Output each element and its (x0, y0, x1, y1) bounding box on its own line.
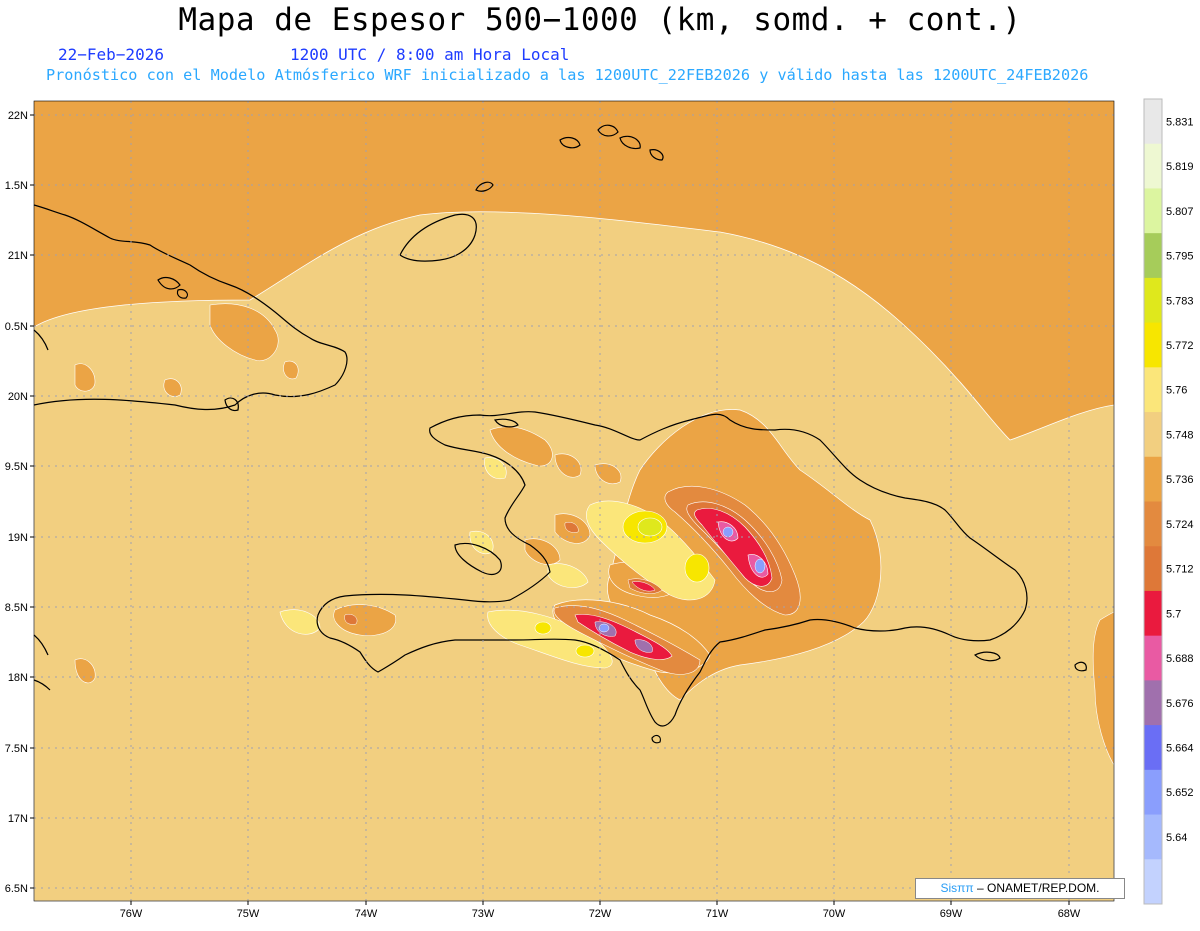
thickness-5772-core (575, 644, 595, 658)
lon-label: 73W (472, 908, 495, 920)
colorbar-label: 5.795 (1166, 251, 1194, 263)
colorbar-label: 5.688 (1166, 653, 1194, 665)
lon-label: 72W (589, 908, 612, 920)
colorbar-swatch (1144, 233, 1162, 279)
lat-label: 18N (8, 672, 28, 684)
lat-label: 1.5N (5, 180, 28, 192)
lon-label: 68W (1058, 908, 1081, 920)
lon-label: 69W (940, 908, 963, 920)
lat-label: 21N (8, 250, 28, 262)
colorbar: 5.831 5.819 5.807 5.795 5.783 5.772 5.76 5.748 5… (1143, 98, 1194, 905)
latitude-axis: 22N 1.5N 21N 0.5N 20N 9.5N 19N 8.5N 18N … (5, 110, 34, 895)
colorbar-swatch (1144, 188, 1162, 234)
thickness-map: 22N 1.5N 21N 0.5N 20N 9.5N 19N 8.5N 18N … (0, 0, 1200, 927)
colorbar-label: 5.712 (1166, 564, 1194, 576)
lon-label: 74W (355, 908, 378, 920)
lat-label: 20N (8, 391, 28, 403)
colorbar-swatch (1144, 859, 1162, 905)
lat-label: 8.5N (5, 602, 28, 614)
credit-brand: Sisππ (940, 881, 974, 895)
colorbar-label: 5.748 (1166, 429, 1194, 441)
colorbar-label: 5.736 (1166, 474, 1194, 486)
colorbar-swatch (1144, 456, 1162, 502)
colorbar-label: 5.819 (1166, 161, 1194, 173)
colorbar-label: 5.76 (1166, 385, 1187, 397)
colorbar-label: 5.807 (1166, 206, 1194, 218)
colorbar-swatch (1144, 501, 1162, 547)
colorbar-swatch (1144, 725, 1162, 771)
colorbar-label: 5.664 (1166, 742, 1194, 754)
lon-label: 75W (237, 908, 260, 920)
colorbar-label: 5.831 (1166, 116, 1194, 128)
colorbar-label: 5.7 (1166, 608, 1181, 620)
colorbar-swatch (1144, 680, 1162, 726)
colorbar-label: 5.676 (1166, 698, 1194, 710)
lat-label: 9.5N (5, 461, 28, 473)
longitude-axis: 76W 75W 74W 73W 72W 71W 70W 69W 68W (120, 901, 1081, 920)
lat-label: 0.5N (5, 321, 28, 333)
colorbar-label: 5.783 (1166, 295, 1194, 307)
colorbar-swatch (1144, 546, 1162, 592)
colorbar-swatch (1144, 277, 1162, 324)
lat-label: 19N (8, 532, 28, 544)
colorbar-swatch (1144, 143, 1162, 189)
colorbar-swatch (1144, 814, 1162, 860)
lat-label: 6.5N (5, 883, 28, 895)
thickness-5783-core (637, 517, 663, 537)
colorbar-swatch (1144, 322, 1162, 368)
credit-box: Sisππ – ONAMET/REP.DOM. (915, 878, 1125, 899)
colorbar-label: 5.652 (1166, 787, 1194, 799)
colorbar-swatch (1144, 769, 1162, 816)
lat-label: 17N (8, 813, 28, 825)
colorbar-label: 5.64 (1166, 832, 1187, 844)
colorbar-label: 5.772 (1166, 340, 1194, 352)
colorbar-label: 5.724 (1166, 519, 1194, 531)
thickness-5772-core (534, 621, 552, 635)
colorbar-swatch (1144, 367, 1162, 413)
lon-label: 70W (823, 908, 846, 920)
colorbar-swatch (1144, 635, 1162, 681)
colorbar-swatch (1144, 590, 1162, 637)
lon-label: 71W (706, 908, 729, 920)
lon-label: 76W (120, 908, 143, 920)
thickness-5772-core (684, 553, 710, 583)
thickness-5652-core (754, 558, 766, 574)
colorbar-swatch (1144, 412, 1162, 458)
lat-label: 7.5N (5, 743, 28, 755)
credit-text: – ONAMET/REP.DOM. (973, 881, 1100, 895)
lat-label: 22N (8, 110, 28, 122)
thickness-5652-core (722, 526, 734, 538)
colorbar-swatch (1144, 99, 1162, 145)
